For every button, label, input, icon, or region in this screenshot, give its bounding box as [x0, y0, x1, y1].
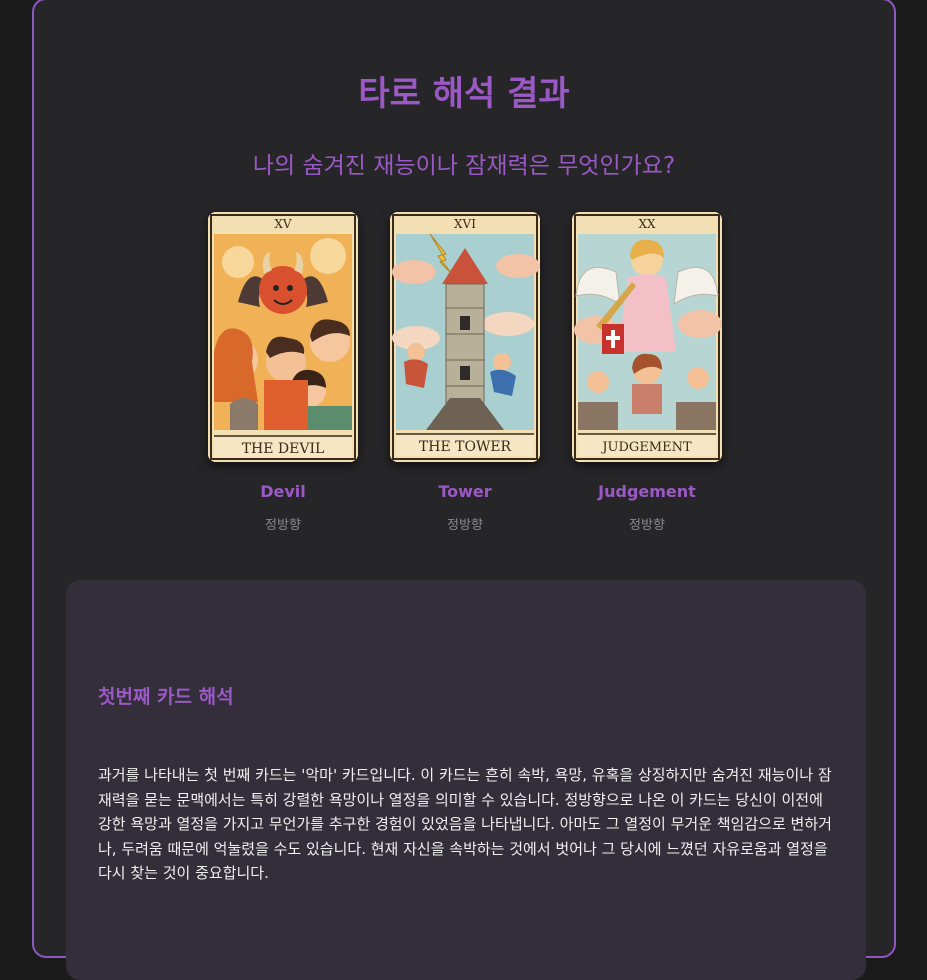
devil-card-banner: THE DEVIL: [242, 441, 325, 457]
judgement-card-banner: JUDGEMENT: [600, 440, 692, 455]
tower-card-numeral: XVI: [454, 217, 476, 231]
devil-card-illustration: XV THE DEVIL: [208, 212, 358, 462]
question-text: 나의 숨겨진 재능이나 잠재력은 무엇인가요?: [252, 153, 676, 179]
card-spread: XV THE DEVIL Devil 정방향 XVI THE TOWER Tow…: [34, 212, 894, 542]
tarot-card-judgement[interactable]: XX JUDGEMENT: [572, 212, 722, 462]
page-title: 타로 해석 결과: [358, 74, 570, 114]
card-orientation-devil: 정방향: [265, 518, 301, 533]
reading-section: 첫번째 카드 해석 과거를 나타내는 첫 번째 카드는 '악마' 카드입니다. …: [66, 580, 866, 980]
tower-card-banner: THE TOWER: [419, 439, 512, 455]
tower-card-illustration: XVI THE TOWER: [390, 212, 540, 462]
judgement-card-numeral: XX: [638, 217, 656, 231]
card-orientation-tower: 정방향: [447, 518, 483, 533]
tarot-card-devil[interactable]: XV THE DEVIL: [208, 212, 358, 462]
devil-card-numeral: XV: [274, 217, 292, 231]
judgement-card-illustration: XX JUDGEMENT: [572, 212, 722, 462]
reading-heading: 첫번째 카드 해석: [98, 686, 234, 708]
card-name-judgement: Judgement: [598, 482, 696, 501]
card-orientation-judgement: 정방향: [629, 518, 665, 533]
result-panel: 타로 해석 결과 나의 숨겨진 재능이나 잠재력은 무엇인가요? XV THE …: [32, 0, 896, 980]
reading-body: 과거를 나타내는 첫 번째 카드는 '악마' 카드입니다. 이 카드는 흔히 속…: [98, 766, 832, 882]
card-name-devil: Devil: [260, 482, 306, 501]
card-name-tower: Tower: [438, 482, 492, 501]
tarot-card-tower[interactable]: XVI THE TOWER: [390, 212, 540, 462]
